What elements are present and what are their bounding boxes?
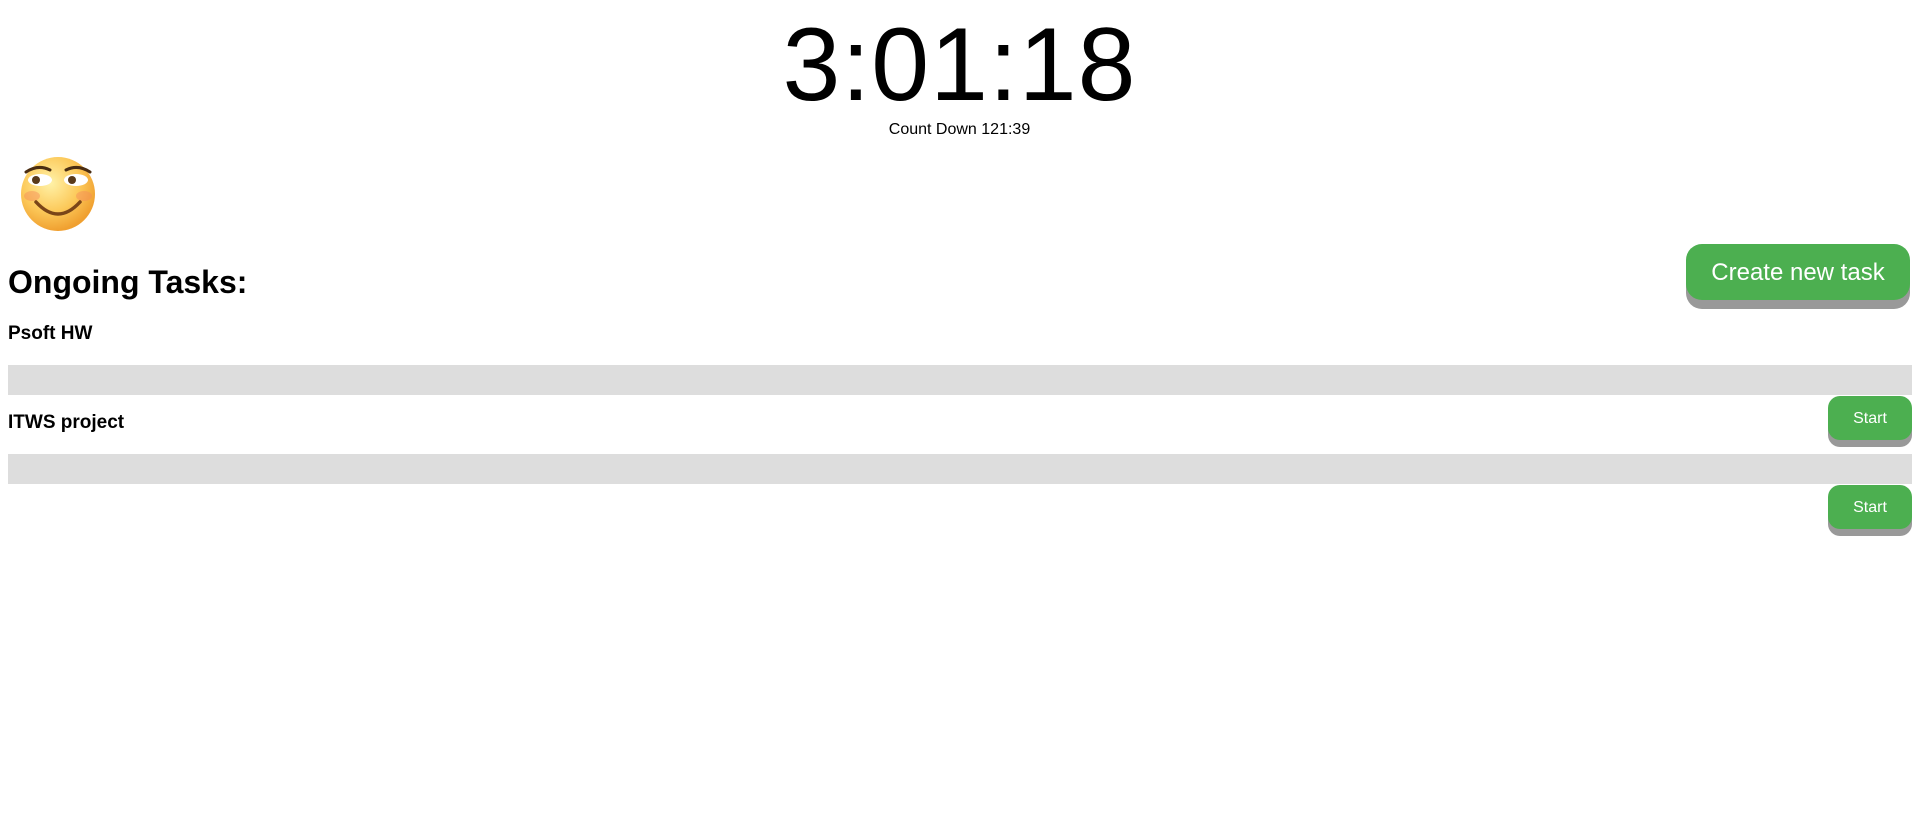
start-task-button[interactable]: Start bbox=[1828, 396, 1912, 440]
start-task-button[interactable]: Start bbox=[1828, 485, 1912, 529]
create-new-task-button[interactable]: Create new task bbox=[1686, 244, 1910, 300]
task-name: Psoft HW bbox=[8, 323, 93, 344]
task-progress-bar bbox=[8, 454, 1912, 484]
smiling-face-emoji-icon bbox=[21, 157, 95, 231]
page: 3:01:18 Count Down 121:39 Ongoing Tasks:… bbox=[0, 0, 1919, 834]
current-time-display: 3:01:18 bbox=[782, 7, 1137, 123]
ongoing-tasks-heading: Ongoing Tasks: bbox=[8, 264, 248, 300]
task-name: ITWS project bbox=[8, 412, 125, 433]
countdown-label: Count Down 121:39 bbox=[888, 121, 1031, 138]
task-progress-bar bbox=[8, 365, 1912, 395]
